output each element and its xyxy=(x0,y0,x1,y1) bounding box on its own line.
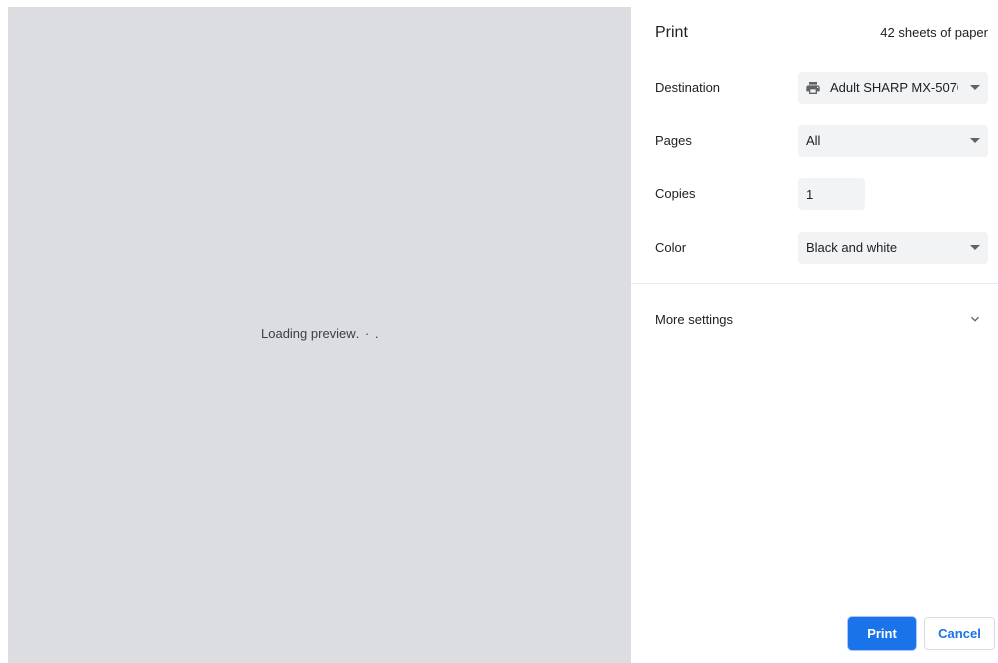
settings-divider xyxy=(631,283,998,284)
cancel-button[interactable]: Cancel xyxy=(924,617,995,650)
loading-preview-message: Loading preview. · . xyxy=(261,326,379,341)
chevron-down-icon xyxy=(971,316,979,322)
destination-select[interactable]: Adult SHARP MX-5070 xyxy=(798,72,988,104)
sheet-count: 42 sheets of paper xyxy=(880,25,988,40)
color-select[interactable]: Black and white xyxy=(798,232,988,264)
color-setting: Color Black and white xyxy=(655,232,988,264)
copies-label: Copies xyxy=(655,186,696,201)
pages-select[interactable]: All xyxy=(798,125,988,157)
more-settings-toggle[interactable]: More settings xyxy=(631,300,998,340)
printer-icon xyxy=(806,82,820,94)
destination-label: Destination xyxy=(655,80,721,95)
color-label: Color xyxy=(655,240,687,255)
destination-value: Adult SHARP MX-5070 xyxy=(830,80,958,95)
loading-dots: . · . xyxy=(355,326,380,341)
pages-label: Pages xyxy=(655,133,692,148)
print-dialog: Loading preview. · . Print 42 sheets of … xyxy=(0,0,998,663)
dropdown-arrow-icon xyxy=(970,245,980,250)
copies-input[interactable] xyxy=(798,178,865,210)
print-header: Print 42 sheets of paper xyxy=(655,24,988,44)
print-title: Print xyxy=(655,24,688,41)
pages-value: All xyxy=(806,133,821,148)
print-settings-sidebar: Print 42 sheets of paper Destination Adu… xyxy=(631,0,998,663)
loading-preview-text: Loading preview xyxy=(261,326,356,341)
dropdown-arrow-icon xyxy=(970,85,980,90)
print-button[interactable]: Print xyxy=(848,617,916,650)
copies-setting: Copies xyxy=(655,178,988,210)
print-preview-area: Loading preview. · . xyxy=(8,7,631,663)
dropdown-arrow-icon xyxy=(970,138,980,143)
pages-setting: Pages All xyxy=(655,125,988,157)
destination-setting: Destination Adult SHARP MX-5070 xyxy=(655,72,988,104)
more-settings-label: More settings xyxy=(655,312,734,327)
color-value: Black and white xyxy=(806,240,898,255)
